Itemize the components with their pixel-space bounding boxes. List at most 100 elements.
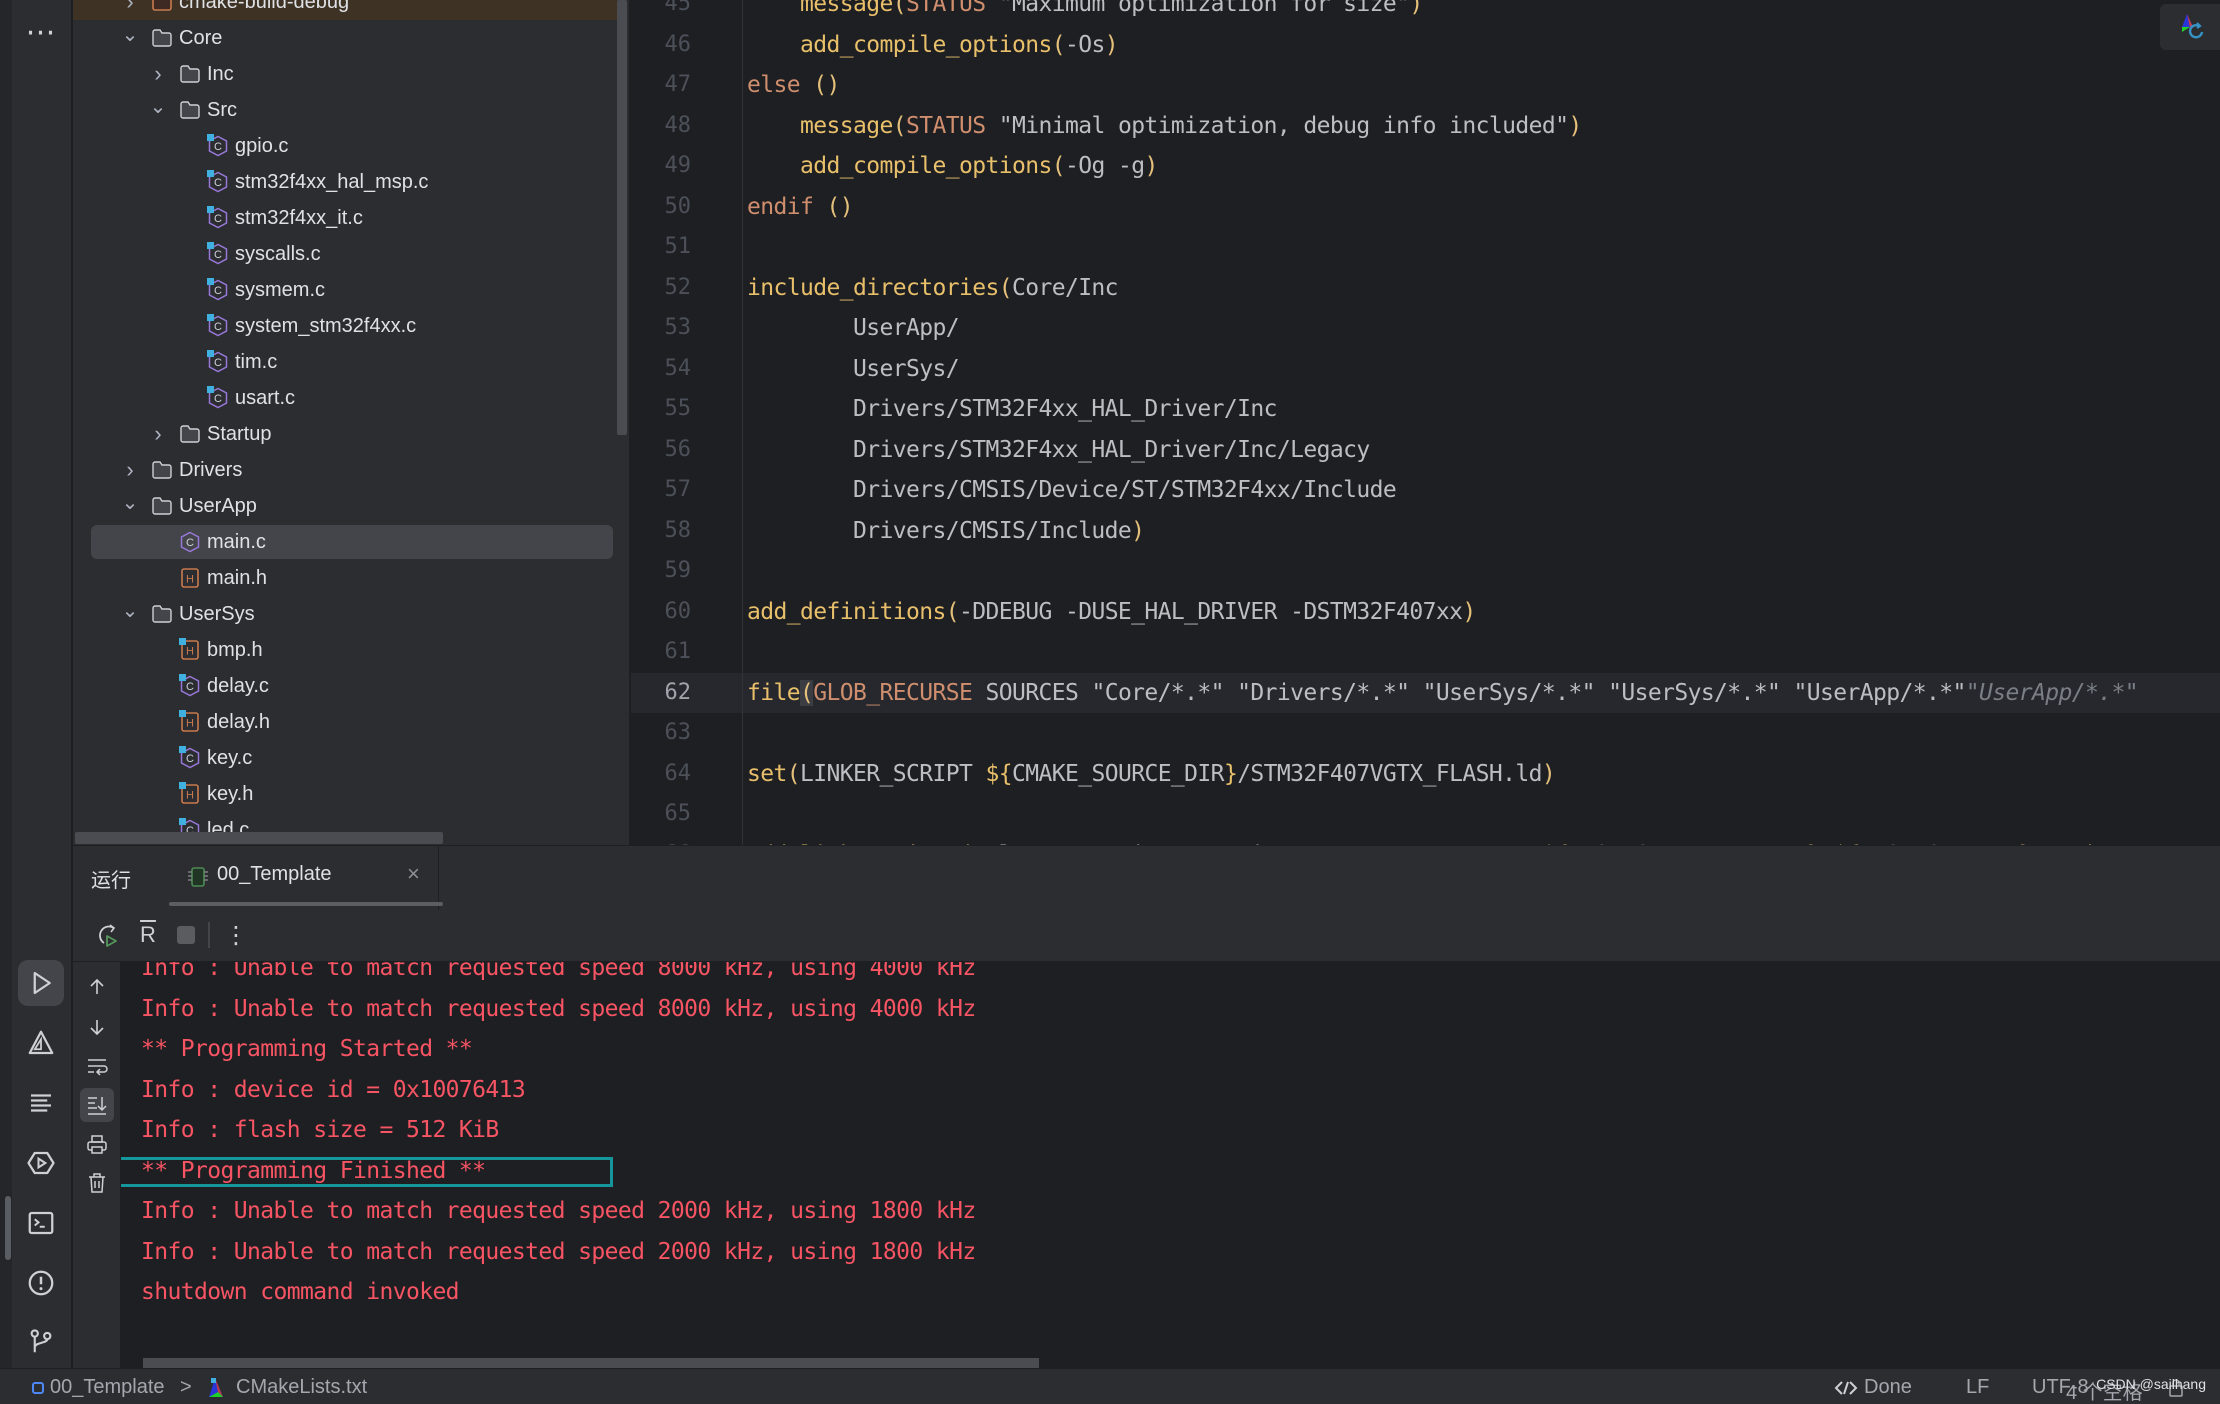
- close-tab-icon[interactable]: ×: [407, 861, 420, 887]
- selection-highlight: [91, 525, 613, 559]
- run-tool-button[interactable]: [18, 960, 64, 1006]
- scroll-end-icon: [88, 1097, 107, 1115]
- tree-file[interactable]: Ckey.c: [73, 740, 613, 776]
- tree-folder[interactable]: › Drivers: [73, 452, 613, 488]
- tree-folder[interactable]: ⌄ UserSys: [73, 596, 613, 632]
- project-tree-horizontal-scrollbar[interactable]: [75, 832, 443, 844]
- tree-file[interactable]: Cusart.c: [73, 380, 613, 416]
- code-line[interactable]: Drivers/CMSIS/Include): [747, 511, 1145, 552]
- code-line[interactable]: UserSys/: [747, 349, 960, 390]
- tree-file[interactable]: Cstm32f4xx_it.c: [73, 200, 613, 236]
- chevron-right-icon[interactable]: ›: [149, 421, 167, 446]
- cmake-reload-button[interactable]: [2160, 4, 2220, 50]
- tree-file[interactable]: Hmain.h: [73, 560, 613, 596]
- tree-file[interactable]: Hdelay.h: [73, 704, 613, 740]
- tree-file[interactable]: Cgpio.c: [73, 128, 613, 164]
- cmake-status[interactable]: Done: [1834, 1376, 1912, 1399]
- problems-tool-button[interactable]: [18, 1260, 64, 1306]
- line-ending[interactable]: LF: [1966, 1376, 1989, 1399]
- c-file-icon: C: [207, 242, 229, 265]
- tree-file[interactable]: Csyscalls.c: [73, 236, 613, 272]
- more-actions-button[interactable]: ⋮: [219, 918, 253, 952]
- scroll-to-end-button[interactable]: [80, 1088, 114, 1122]
- code-line[interactable]: message(STATUS "Maximum optimization for…: [747, 0, 1423, 25]
- code-editor[interactable]: 45 46 47 48 49 50 51 52 53 54 55 56 57 58 59 60 61 62 63 64…: [631, 0, 2220, 845]
- tree-file[interactable]: Cdelay.c: [73, 668, 613, 704]
- structure-tool-button[interactable]: [18, 1080, 64, 1126]
- code-line[interactable]: UserApp/: [747, 308, 960, 349]
- code-line[interactable]: Drivers/STM32F4xx_HAL_Driver/Inc: [747, 389, 1278, 430]
- code-line[interactable]: endif (): [747, 187, 854, 228]
- rerun-button[interactable]: [91, 918, 125, 952]
- print-button[interactable]: [80, 1128, 114, 1162]
- tree-item-label: main.h: [207, 566, 268, 589]
- clear-button[interactable]: [80, 1166, 114, 1200]
- code-token: add_definitions: [747, 598, 946, 625]
- vcs-added-marker: [179, 638, 186, 645]
- breadcrumb-file[interactable]: CMakeLists.txt: [206, 1376, 367, 1399]
- vcs-added-marker: [207, 314, 214, 321]
- chevron-down-icon[interactable]: ⌄: [121, 492, 139, 514]
- tree-file[interactable]: Cmain.c: [73, 524, 613, 560]
- code-line[interactable]: include_directories(Core/Inc: [747, 268, 1119, 309]
- tree-folder[interactable]: ⌄ Core: [73, 20, 613, 56]
- code-line[interactable]: Drivers/STM32F4xx_HAL_Driver/Inc/Legacy: [747, 430, 1370, 471]
- code-line[interactable]: file(GLOB_RECURSE SOURCES "Core/*.*" "Dr…: [747, 673, 2139, 714]
- chevron-right-icon[interactable]: ›: [149, 61, 167, 86]
- tree-folder[interactable]: › cmake-build-debug: [73, 0, 619, 20]
- code-token: SOURCES "Core/*.*" "Drivers/*.*" "UserSy…: [972, 679, 1966, 706]
- tree-item-label: Core: [179, 26, 223, 49]
- services-tool-button[interactable]: [18, 1140, 64, 1186]
- soft-wrap-button[interactable]: [80, 1050, 114, 1084]
- tree-file[interactable]: Csystem_stm32f4xx.c: [73, 308, 613, 344]
- chevron-down-icon[interactable]: ⌄: [149, 96, 167, 118]
- code-line[interactable]: add_compile_options(-Os): [747, 25, 1119, 66]
- project-tree: › cmake-build-debug ⌄ Core › Inc ⌄ Src Cgpio.c Cs…: [73, 0, 630, 845]
- tree-folder[interactable]: ⌄ UserApp: [73, 488, 613, 524]
- code-token: Core/Inc: [1011, 274, 1119, 301]
- code-line[interactable]: else (): [747, 65, 840, 106]
- scroll-down-button[interactable]: [80, 1010, 114, 1044]
- git-tool-button[interactable]: [18, 1318, 64, 1364]
- code-line[interactable]: add_definitions(-DDEBUG -DUSE_HAL_DRIVER…: [747, 592, 1476, 633]
- breadcrumb-project[interactable]: 00_Template: [32, 1376, 165, 1399]
- code-line[interactable]: message(STATUS "Minimal optimization, de…: [747, 106, 1582, 147]
- more-tool-windows-button[interactable]: ⋯: [18, 10, 64, 56]
- code-token: -Os: [1064, 31, 1105, 58]
- tree-folder[interactable]: ⌄ Src: [73, 92, 613, 128]
- cmake-reload-icon: [2182, 14, 2204, 39]
- code-token: message: [800, 112, 893, 139]
- code-token: -Og -g: [1064, 153, 1145, 179]
- code-line[interactable]: add_compile_options(-Og -g): [747, 146, 1158, 187]
- chevron-down-icon[interactable]: ⌄: [121, 24, 139, 46]
- chevron-right-icon[interactable]: ›: [121, 457, 139, 482]
- code-token: GLOB_RECURSE: [813, 679, 973, 706]
- stop-button[interactable]: [169, 918, 203, 952]
- code-line[interactable]: set(LINKER_SCRIPT ${CMAKE_SOURCE_DIR}/ST…: [747, 754, 1556, 795]
- tree-file[interactable]: Cstm32f4xx_hal_msp.c: [73, 164, 613, 200]
- code-line[interactable]: Drivers/CMSIS/Device/ST/STM32F4xx/Includ…: [747, 470, 1397, 511]
- scroll-up-button[interactable]: [80, 970, 114, 1004]
- tree-file[interactable]: Ctim.c: [73, 344, 613, 380]
- tree-folder[interactable]: › Startup: [73, 416, 613, 452]
- tree-folder[interactable]: › Inc: [73, 56, 613, 92]
- tree-item-label: main.c: [207, 530, 266, 553]
- cmake-tool-button[interactable]: [18, 1020, 64, 1066]
- chevron-down-icon[interactable]: ⌄: [121, 600, 139, 622]
- line-number: 57: [664, 477, 692, 502]
- folder-icon: [151, 459, 173, 481]
- run-tab-00-template[interactable]: 00_Template ×: [167, 846, 439, 910]
- console-line: ** Programming Started **: [141, 1036, 473, 1062]
- c-file-icon: C: [207, 206, 229, 229]
- chevron-right-icon[interactable]: ›: [121, 0, 139, 14]
- terminal-tool-button[interactable]: [18, 1200, 64, 1246]
- tree-file[interactable]: Hbmp.h: [73, 632, 613, 668]
- tree-file[interactable]: Csysmem.c: [73, 272, 613, 308]
- project-tree-vertical-scrollbar[interactable]: [617, 0, 627, 435]
- tree-file[interactable]: Hkey.h: [73, 776, 613, 812]
- console-output[interactable]: Info : Unable to match requested speed 8…: [121, 962, 2220, 1369]
- restore-button[interactable]: R: [131, 918, 165, 952]
- code-line[interactable]: add_link_options(-Wl,-gc-sections,--prin…: [747, 835, 2099, 846]
